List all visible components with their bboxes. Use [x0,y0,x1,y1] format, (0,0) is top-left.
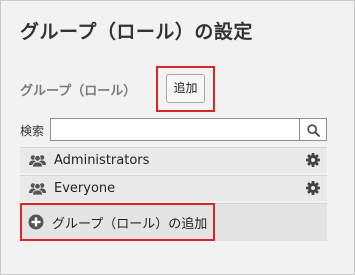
page-title: グループ（ロール）の設定 [20,21,253,43]
settings-panel: グループ（ロール）の設定 グループ（ロール） 追加 検索 Administrat… [0,0,355,275]
search-icon [307,124,320,137]
group-name: Everyone [54,181,116,196]
gear-icon[interactable] [306,153,320,167]
list-item-everyone[interactable]: Everyone [20,175,327,201]
gear-icon[interactable] [306,181,320,195]
search-label: 検索 [20,124,45,138]
users-icon [29,183,46,195]
search-input[interactable] [50,118,300,141]
section-label: グループ（ロール） [20,84,137,99]
search-button[interactable] [300,118,327,141]
plus-circle-icon [28,214,44,230]
add-button[interactable]: 追加 [166,74,205,103]
group-name: Administrators [54,153,150,168]
add-group-label: グループ（ロール）の追加 [52,217,208,232]
users-icon [29,155,46,167]
list-item-administrators[interactable]: Administrators [20,147,327,173]
